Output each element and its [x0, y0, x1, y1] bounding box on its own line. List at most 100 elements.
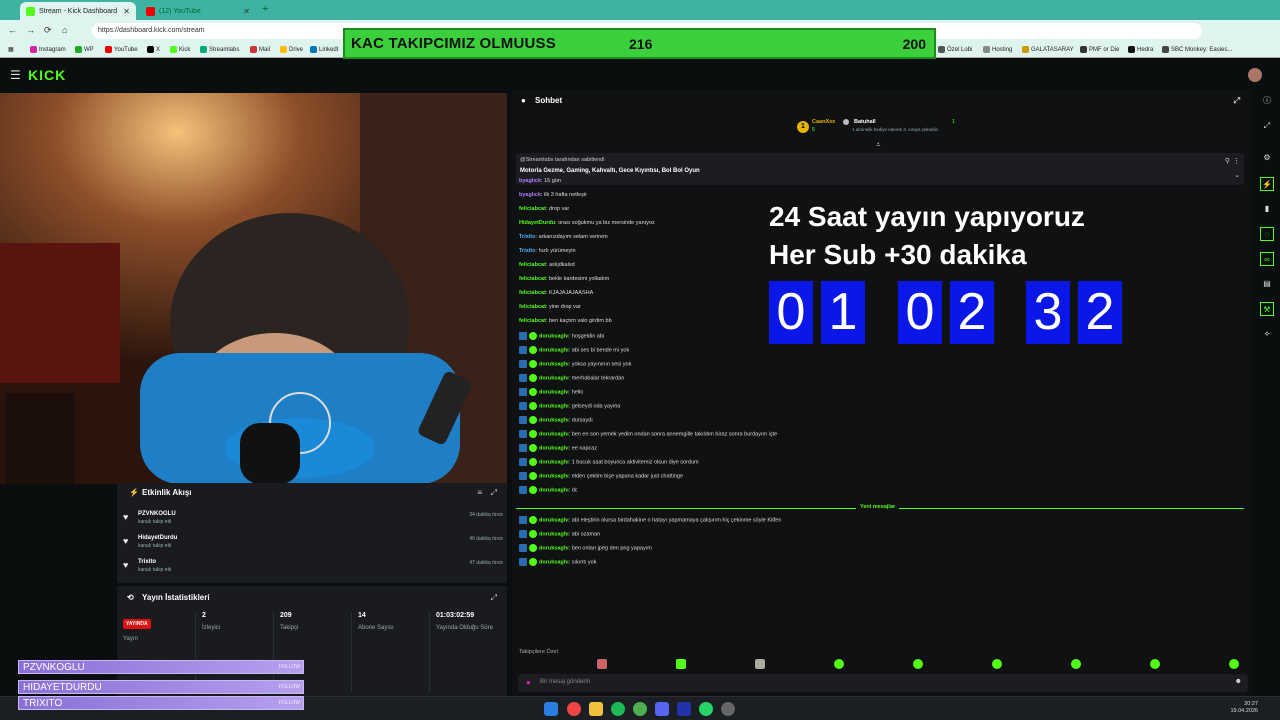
chat-username[interactable]: Trixito [519, 248, 536, 254]
avatar[interactable] [1248, 68, 1262, 82]
menu-icon[interactable]: ☰ [10, 68, 21, 82]
popout-icon[interactable]: ⤢ [491, 488, 497, 498]
emote-icon[interactable] [755, 659, 765, 669]
kick-favicon-icon [26, 6, 35, 16]
tab-kick-dashboard[interactable]: Stream - Kick Dashboard ✕ [20, 2, 136, 20]
chat-username[interactable]: doruksaghı [539, 531, 569, 537]
chat-text: abi eleştirin olursa birdahakine o hatay… [571, 517, 782, 524]
bookmark-streamlabs[interactable]: Streamlabs [200, 46, 239, 53]
live-badge: YAYINDA [123, 619, 151, 629]
info-icon[interactable]: ⓘ [1260, 94, 1274, 108]
emote-icon[interactable] [834, 659, 844, 669]
chat-username[interactable]: doruksaghı [539, 431, 569, 437]
kick-logo[interactable]: KICK [28, 67, 66, 83]
close-tab-icon[interactable]: ✕ [243, 7, 250, 16]
settings-icon[interactable]: ⚙ [1260, 151, 1274, 165]
chat-username[interactable]: feliciabcat [519, 290, 546, 296]
chat-username[interactable]: doruksaghı [539, 545, 569, 551]
bookmark-kick[interactable]: Kick [170, 46, 190, 53]
folder-icon[interactable] [589, 702, 603, 716]
bookmark-x[interactable]: X [147, 46, 160, 53]
stats-icon[interactable]: ▮ [1260, 202, 1274, 216]
layers-icon[interactable]: ▤ [1260, 277, 1274, 291]
chat-username[interactable]: doruksaghı [539, 487, 569, 493]
chat-username[interactable]: doruksaghı [539, 445, 569, 451]
chat-username[interactable]: doruksaghı [539, 361, 569, 367]
popout-icon[interactable]: ⤢ [1234, 96, 1240, 106]
chat-username[interactable]: Trixito [519, 234, 536, 240]
home-icon[interactable]: ⌂ [62, 25, 67, 35]
bookmark-galatasaray[interactable]: GALATASARAY [1022, 46, 1074, 53]
apps-icon[interactable]: ▦ [8, 46, 14, 53]
chat-username[interactable]: byaglıck [519, 178, 541, 184]
share-icon[interactable]: ⟡ [1260, 327, 1274, 341]
vscode-icon[interactable] [677, 702, 691, 716]
emoji-icon[interactable]: ☻ [1235, 678, 1242, 685]
system-clock[interactable]: 20:27 19.04.2026 [1230, 701, 1258, 715]
chrome-icon[interactable] [567, 702, 581, 716]
chat-username[interactable]: doruksaghı [539, 517, 569, 523]
chat-bubble-icon[interactable]: ◌ [1260, 227, 1274, 241]
emote-icon[interactable] [597, 659, 607, 669]
wrench-icon[interactable]: ⚒ [1260, 302, 1274, 316]
chevron-down-icon[interactable]: ⌄ [1234, 171, 1240, 179]
bolt-icon[interactable]: ⚡ [1260, 177, 1274, 191]
bookmark-youtube[interactable]: YouTube [105, 46, 138, 53]
mic-icon[interactable]: ● [526, 678, 531, 687]
settings-app-icon[interactable] [721, 702, 735, 716]
popout-icon[interactable]: ⤢ [491, 593, 497, 603]
chat-username[interactable]: doruksaghı [539, 403, 569, 409]
chat-username[interactable]: doruksaghı [539, 333, 569, 339]
bookmark-ozel-lobi[interactable]: Özel Lobi [938, 46, 972, 53]
bookmark-pmf[interactable]: PMF or Die [1080, 46, 1119, 53]
reload-icon[interactable]: ⟳ [44, 25, 52, 36]
discord-icon[interactable] [655, 702, 669, 716]
filter-icon[interactable]: ≡ [477, 488, 482, 497]
bookmark-instagram[interactable]: Instagram [30, 46, 66, 53]
chat-input[interactable]: ● Bir mesaj gönderin ☻ [518, 674, 1248, 692]
chat-username[interactable]: feliciabcat [519, 206, 546, 212]
chat-username[interactable]: doruksaghı [539, 389, 569, 395]
bookmark-wp[interactable]: WP [75, 46, 94, 53]
chat-username[interactable]: doruksaghı [539, 473, 569, 479]
emote-icon[interactable] [913, 659, 923, 669]
expand-icon[interactable]: ⩡ [876, 140, 881, 150]
link-icon[interactable]: ∞ [1260, 252, 1274, 266]
emote-icon[interactable] [1150, 659, 1160, 669]
chrome-alt-icon[interactable] [633, 702, 647, 716]
tab-youtube[interactable]: (12) YouTube ✕ [140, 2, 256, 20]
windows-start-icon[interactable] [544, 702, 558, 716]
chat-username[interactable]: doruksaghı [539, 347, 569, 353]
chat-username[interactable]: feliciabcat [519, 318, 546, 324]
chat-username[interactable]: feliciabcat [519, 304, 546, 310]
more-icon[interactable]: ⋮ [1233, 157, 1240, 165]
chat-username[interactable]: doruksaghı [539, 417, 569, 423]
whatsapp-icon[interactable] [699, 702, 713, 716]
close-tab-icon[interactable]: ✕ [123, 7, 130, 16]
chat-username[interactable]: doruksaghı [539, 375, 569, 381]
emote-icon[interactable] [1229, 659, 1239, 669]
follow-alert-name: PZVNKOGLU [23, 662, 85, 673]
chat-username[interactable]: feliciabcat [519, 262, 546, 268]
bookmark-sbc-monkey[interactable]: SBC Monkey: Easies... [1162, 46, 1232, 53]
expand-icon[interactable]: ⤢ [1260, 119, 1274, 133]
new-tab-icon[interactable]: + [262, 3, 268, 15]
emote-icon[interactable] [676, 659, 686, 669]
bookmark-linkedin[interactable]: LinkedI [310, 46, 338, 53]
bookmark-hosting[interactable]: Hosting [983, 46, 1012, 53]
bookmark-mail[interactable]: Mail [250, 46, 270, 53]
emote-icon[interactable] [992, 659, 1002, 669]
bookmark-drive[interactable]: Drive [280, 46, 303, 53]
chat-username[interactable]: byaglıck [519, 192, 541, 198]
chat-username[interactable]: feliciabcat [519, 276, 546, 282]
spotify-icon[interactable] [611, 702, 625, 716]
back-icon[interactable]: ← [8, 25, 17, 35]
pin-icon[interactable]: ⚲ [1225, 157, 1230, 165]
chat-username[interactable]: HidayetDurdu [519, 220, 555, 226]
bookmark-hedra[interactable]: Hedra [1128, 46, 1153, 53]
chat-username[interactable]: doruksaghı [539, 459, 569, 465]
chat-text: ben en son yemek yedim ondan sonra annem… [571, 431, 778, 438]
emote-icon[interactable] [1071, 659, 1081, 669]
forward-icon[interactable]: → [26, 25, 35, 35]
chat-username[interactable]: doruksaghı [539, 559, 569, 565]
